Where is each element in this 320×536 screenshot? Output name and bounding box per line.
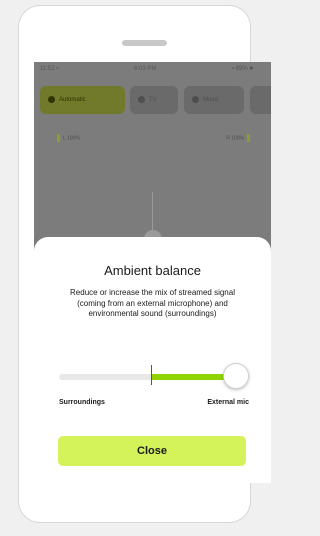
slider-center-mark (151, 365, 152, 385)
status-right: ▪ 89% ■ (231, 66, 253, 72)
program-icon (48, 95, 55, 103)
ambient-balance-slider[interactable] (59, 362, 249, 392)
status-bar: 11:52 ▪ 6:03 PM ▪ 89% ■ (34, 62, 271, 78)
sheet-title: Ambient balance (104, 263, 201, 278)
slider-thumb[interactable] (223, 363, 249, 389)
tab-label: TV (149, 97, 157, 103)
program-tabs: Automatic TV Music (40, 86, 271, 114)
tab-label: Automatic (59, 97, 86, 103)
level-right: R 100% (226, 134, 253, 142)
tab-tv[interactable]: TV (130, 86, 178, 114)
tv-icon (138, 95, 145, 103)
level-bar-icon (247, 134, 250, 142)
status-time: 6:03 PM (134, 66, 157, 72)
slider-min-label: Surroundings (59, 399, 105, 406)
tab-label: Music (203, 97, 219, 103)
tab-music[interactable]: Music (184, 86, 244, 114)
sheet-description: Reduce or increase the mix of streamed s… (70, 288, 235, 318)
level-left: L 100% (54, 134, 80, 142)
speaker-grille (122, 40, 167, 46)
status-left: 11:52 ▪ (40, 66, 59, 72)
close-button[interactable]: Close (58, 436, 246, 466)
ambient-balance-sheet: Ambient balance Reduce or increase the m… (34, 237, 271, 483)
slider-fill (151, 374, 234, 380)
tab-more[interactable] (250, 86, 271, 114)
level-bar-icon (57, 134, 60, 142)
tab-automatic[interactable]: Automatic (40, 86, 125, 114)
slider-max-label: External mic (207, 399, 249, 406)
music-icon (192, 95, 199, 103)
